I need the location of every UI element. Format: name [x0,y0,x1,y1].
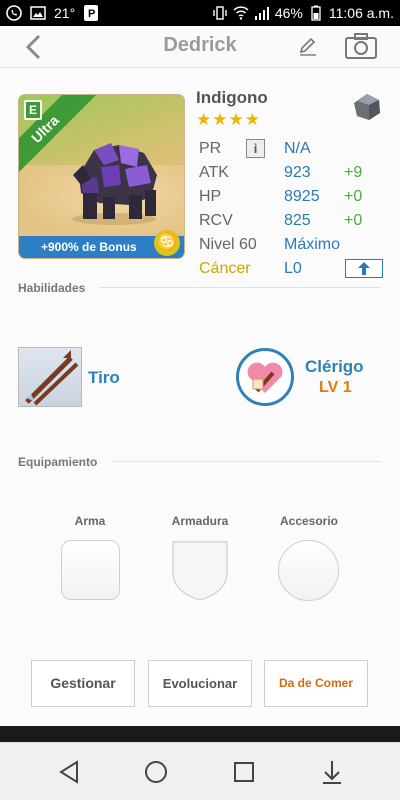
notification-pull-icon[interactable] [318,758,346,786]
arrow-up-icon [358,262,370,275]
rarity-stars: ★★★★ [196,110,261,129]
armor-slot[interactable] [171,540,229,602]
evolution-badge: E [24,100,42,120]
abilities-heading: Habilidades [18,281,86,295]
stat-label: Cáncer [199,260,251,277]
stat-bonus: +9 [344,164,363,181]
battery-percent: 46% [274,5,303,21]
temperature: 21° [54,5,76,21]
stat-pr: PR i N/A [199,137,389,161]
vibrate-icon [212,5,228,21]
class-level: LV 1 [319,379,352,396]
stat-level: Nivel 60 Máximo [199,233,389,257]
stat-value: 825 [284,212,311,229]
stat-value: L0 [284,260,302,277]
stats-table: PR i N/A ATK 923 +9 HP 8925 +0 RCV 825 +… [199,137,389,281]
divider [99,287,381,288]
recents-square-icon[interactable] [230,758,258,786]
stat-label: Nivel 60 [199,236,257,253]
status-bar: 21° P 46% 11:06 a.m. [0,0,400,26]
weapon-slot[interactable] [61,540,120,600]
class-name: Clérigo [305,357,364,376]
svg-text:P: P [88,8,95,20]
monster-card[interactable]: Ultra E +900% de Bonus ♋ [18,94,185,259]
stone-icon [352,92,382,122]
stat-sign: Cáncer L0 [199,257,389,281]
armor-label: Armadura [171,514,229,528]
app-header: Dedrick [0,26,400,68]
stat-label: HP [199,188,222,205]
skill-name: Tiro [88,368,120,387]
info-icon[interactable]: i [246,139,265,158]
stat-hp: HP 8925 +0 [199,185,389,209]
gallery-icon [30,5,46,21]
whatsapp-icon [6,5,22,21]
page-title: Dedrick [163,34,237,56]
manage-button[interactable]: Gestionar [31,660,135,707]
stat-value: Máximo [284,236,341,253]
stat-label: PR [199,140,222,157]
skill-icon[interactable] [18,347,82,407]
stat-bonus: +0 [344,212,363,229]
stat-atk: ATK 923 +9 [199,161,389,185]
stat-bonus: +0 [344,188,363,205]
level-up-button[interactable] [345,259,383,278]
feed-button[interactable]: Da de Comer [264,660,368,707]
stat-value: N/A [284,140,311,157]
divider [112,461,381,462]
accessory-slot[interactable] [278,540,339,601]
accessory-label: Accesorio [279,514,339,528]
equipment-heading: Equipamiento [18,455,98,469]
battery-icon [308,5,324,21]
stat-value: 8925 [284,188,320,205]
cancer-icon: ♋ [154,230,180,256]
wifi-icon [233,5,249,21]
pencil-icon[interactable] [297,35,319,57]
heart-icon[interactable] [236,348,294,406]
clock: 11:06 a.m. [328,5,394,21]
system-nav-bar [0,742,400,800]
monster-name: Indigono [196,88,268,107]
bottom-divider [0,726,400,742]
stat-value: 923 [284,164,311,181]
weapon-label: Arma [74,514,106,528]
home-circle-icon[interactable] [142,758,170,786]
monster-image [72,143,157,225]
camera-icon[interactable] [344,32,378,60]
stat-label: RCV [199,212,233,229]
stat-label: ATK [199,164,229,181]
stat-rcv: RCV 825 +0 [199,209,389,233]
back-triangle-icon[interactable] [55,758,83,786]
evolve-button[interactable]: Evolucionar [148,660,252,707]
signal-icon [254,5,270,21]
p-app-icon: P [83,5,99,21]
